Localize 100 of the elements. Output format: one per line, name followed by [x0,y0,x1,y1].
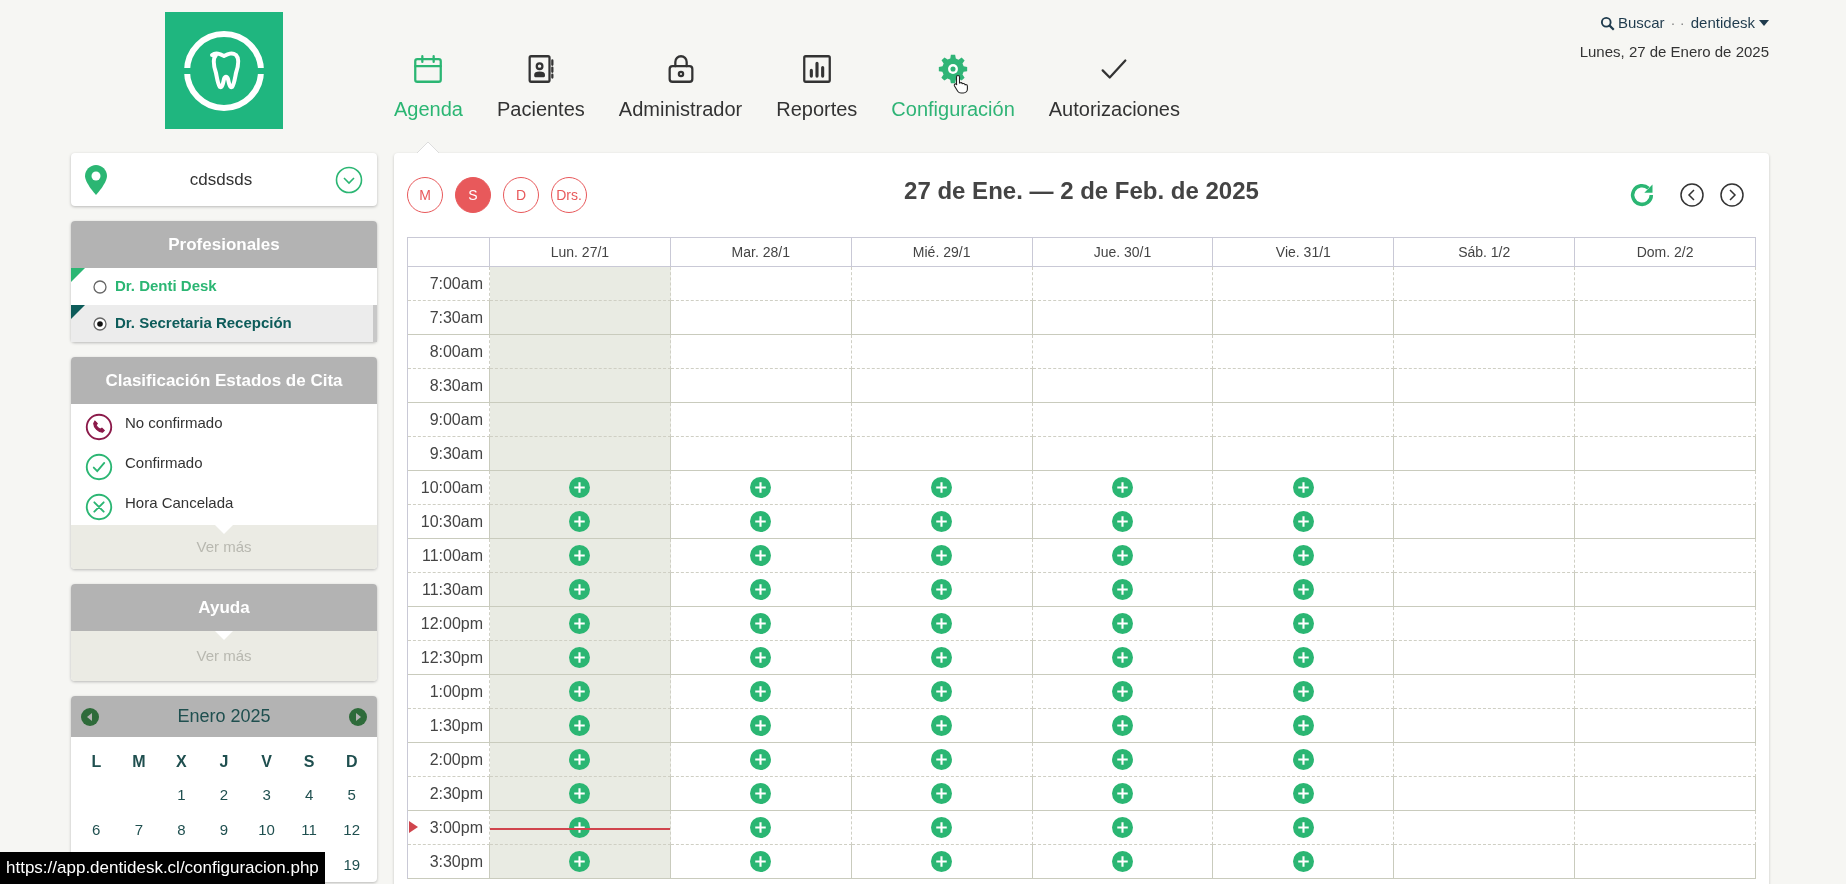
add-appointment-icon[interactable] [1112,511,1133,532]
add-appointment-icon[interactable] [1292,545,1314,566]
time-slot[interactable] [1032,369,1214,403]
time-slot[interactable] [670,675,852,709]
add-appointment-icon[interactable] [1292,647,1314,668]
logo[interactable] [165,12,283,129]
add-appointment-icon[interactable] [1112,715,1133,736]
time-slot[interactable] [490,539,671,573]
add-appointment-icon[interactable] [1292,613,1314,634]
time-slot[interactable] [490,777,671,811]
view-toggle[interactable]: M [407,177,443,213]
calendar-day[interactable]: 7 [117,812,161,847]
nav-item[interactable]: Pacientes [496,52,585,153]
time-slot[interactable] [490,471,671,505]
time-slot[interactable] [670,573,852,607]
add-appointment-icon[interactable] [569,851,591,872]
calendar-day[interactable]: 8 [160,812,203,847]
view-toggle[interactable]: D [503,177,539,213]
add-appointment-icon[interactable] [1292,715,1314,736]
time-slot[interactable] [851,471,1033,505]
view-toggle[interactable]: Drs. [551,177,587,213]
time-slot[interactable] [1032,301,1214,335]
calendar-day[interactable]: 1 [160,777,203,812]
add-appointment-icon[interactable] [750,749,772,770]
calendar-day[interactable]: 3 [245,777,288,812]
time-slot[interactable] [670,539,852,573]
refresh-icon[interactable] [1628,181,1656,209]
add-appointment-icon[interactable] [750,477,772,498]
time-slot[interactable] [1213,369,1395,403]
time-slot[interactable] [1032,675,1214,709]
add-appointment-icon[interactable] [1112,851,1133,872]
time-slot[interactable] [490,505,671,539]
add-appointment-icon[interactable] [1112,579,1133,600]
time-slot[interactable] [1032,437,1214,471]
add-appointment-icon[interactable] [1292,749,1314,770]
time-slot[interactable] [1575,301,1756,335]
calendar-day[interactable]: 11 [287,812,331,847]
calendar-day[interactable]: 10 [245,812,288,847]
time-slot[interactable] [1213,505,1395,539]
add-appointment-icon[interactable] [750,851,772,872]
add-appointment-icon[interactable] [569,511,591,532]
add-appointment-icon[interactable] [1112,681,1133,702]
time-slot[interactable] [1213,709,1395,743]
time-slot[interactable] [1575,777,1756,811]
previous-week-icon[interactable] [1680,183,1704,207]
time-slot[interactable] [1032,811,1214,845]
time-slot[interactable] [1213,539,1395,573]
time-slot[interactable] [670,471,852,505]
add-appointment-icon[interactable] [931,579,953,600]
time-slot[interactable] [670,709,852,743]
add-appointment-icon[interactable] [750,579,772,600]
nav-item[interactable]: Autorizaciones [1048,52,1180,153]
add-appointment-icon[interactable] [750,715,772,736]
add-appointment-icon[interactable] [569,477,591,498]
professional-item[interactable]: Dr. Secretaria Recepción [71,305,377,342]
time-slot[interactable] [490,607,671,641]
add-appointment-icon[interactable] [1292,851,1314,872]
add-appointment-icon[interactable] [931,545,953,566]
add-appointment-icon[interactable] [569,715,591,736]
time-slot[interactable] [490,641,671,675]
time-slot[interactable] [1575,709,1756,743]
time-slot[interactable] [1213,471,1395,505]
time-slot[interactable] [670,641,852,675]
time-slot[interactable] [1575,369,1756,403]
time-slot[interactable] [1394,777,1576,811]
add-appointment-icon[interactable] [931,715,953,736]
time-slot[interactable] [1213,607,1395,641]
add-appointment-icon[interactable] [931,477,953,498]
previous-month-icon[interactable] [81,707,99,726]
time-slot[interactable] [1032,743,1214,777]
time-slot[interactable] [1032,573,1214,607]
time-slot[interactable] [1394,369,1576,403]
add-appointment-icon[interactable] [750,511,772,532]
add-appointment-icon[interactable] [1292,783,1314,804]
add-appointment-icon[interactable] [569,579,591,600]
add-appointment-icon[interactable] [931,851,953,872]
add-appointment-icon[interactable] [1292,579,1314,600]
add-appointment-icon[interactable] [569,613,591,634]
add-appointment-icon[interactable] [931,749,953,770]
time-slot[interactable] [1575,437,1756,471]
time-slot[interactable] [1213,777,1395,811]
add-appointment-icon[interactable] [750,647,772,668]
time-slot[interactable] [1394,573,1576,607]
add-appointment-icon[interactable] [1112,647,1133,668]
time-slot[interactable] [670,743,852,777]
time-slot[interactable] [1575,505,1756,539]
time-slot[interactable] [1032,641,1214,675]
time-slot[interactable] [1394,301,1576,335]
time-slot[interactable] [851,641,1033,675]
time-slot[interactable] [490,811,671,845]
add-appointment-icon[interactable] [750,545,772,566]
time-slot[interactable] [1032,845,1214,879]
time-slot[interactable] [670,607,852,641]
nav-item[interactable]: Administrador [618,52,743,153]
search-button[interactable]: Buscar [1599,12,1665,35]
time-slot[interactable] [1213,573,1395,607]
time-slot[interactable] [1213,437,1395,471]
add-appointment-icon[interactable] [931,681,953,702]
location-select[interactable]: cdsdsds [71,153,377,206]
add-appointment-icon[interactable] [569,681,591,702]
